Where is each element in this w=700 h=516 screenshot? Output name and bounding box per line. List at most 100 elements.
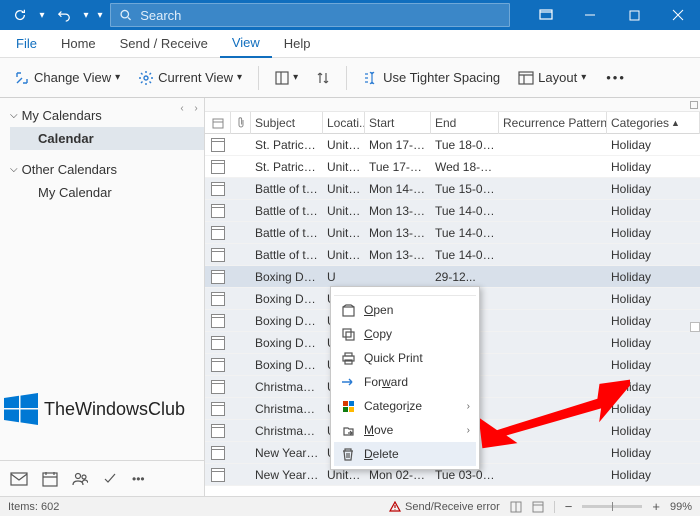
tighter-spacing-icon [363,70,379,86]
mail-icon[interactable] [10,471,28,487]
change-view-button[interactable]: Change View ▾ [8,66,126,90]
close-button[interactable] [656,0,700,30]
table-row[interactable]: Battle of the ... Unite... Mon 13-0... T… [205,222,700,244]
search-icon [119,8,132,22]
change-view-label: Change View [34,70,111,85]
ctx-delete[interactable]: Delete [334,442,476,466]
col-categories-header[interactable]: Categories▲ [607,112,700,134]
ctx-copy[interactable]: Copy [334,322,476,346]
change-view-icon [14,70,30,86]
nav-more-button[interactable]: ••• [132,472,145,486]
pane-collapse-icon[interactable] [690,101,698,109]
sidebar-right-icon[interactable]: › [190,102,202,114]
menu-file[interactable]: File [4,30,49,58]
sidebar-item-calendar[interactable]: Calendar [10,127,204,150]
calendar-item-icon [211,270,225,284]
col-location-header[interactable]: Locati... [323,112,365,134]
table-row[interactable]: Battle of the ... Unite... Mon 14-0... T… [205,178,700,200]
calendar-item-icon [211,182,225,196]
calendar-item-icon [211,424,225,438]
copy-icon [340,328,356,341]
zoom-out-icon[interactable]: − [565,499,573,514]
calendar-item-icon [211,402,225,416]
watermark: TheWindowsClub [4,392,185,426]
col-subject-header[interactable]: Subject [251,112,323,134]
ctx-categorize[interactable]: Categorize› [334,394,476,418]
context-menu: Open Copy Quick Print Forward Categorize… [330,286,480,470]
table-row[interactable]: Battle of the ... Unite... Mon 13-0... T… [205,244,700,266]
forward-icon [340,376,356,388]
windows-logo-icon [4,392,38,426]
maximize-button[interactable] [612,0,656,30]
people-icon[interactable] [72,471,88,487]
nav-bar: ••• [0,460,204,496]
zoom-level: 99% [670,501,692,513]
menu-view[interactable]: View [220,30,272,58]
undo-icon[interactable] [50,1,78,29]
sort-button[interactable] [310,67,336,89]
refresh-dropdown-icon[interactable]: ▾ [36,1,48,29]
search-input[interactable] [140,8,501,23]
calendar-item-icon [211,380,225,394]
reading-pane-toggle[interactable] [690,322,700,332]
ribbon-more-button[interactable]: ••• [598,70,634,85]
status-error-label: Send/Receive error [405,501,500,513]
menu-help[interactable]: Help [272,30,323,58]
calendar-item-icon [211,468,225,482]
sidebar-group-other-calendars[interactable]: ⌵Other Calendars [10,158,204,181]
calendar-item-icon [211,160,225,174]
status-error[interactable]: Send/Receive error [389,501,500,513]
ctx-forward[interactable]: Forward [334,370,476,394]
table-row[interactable]: St. Patrick's ... Unite... Mon 17-0... T… [205,134,700,156]
view-reading-icon[interactable] [532,501,544,513]
sidebar-group-my-calendars[interactable]: ⌵My Calendars [10,104,204,127]
tighter-spacing-button[interactable]: Use Tighter Spacing [357,66,506,90]
calendar-item-icon [211,336,225,350]
open-icon [340,304,356,317]
gear-icon [138,70,154,86]
ctx-quick-print-label: Quick Print [364,351,423,365]
calendar-item-icon [211,314,225,328]
title-bar: ▾ ▾ ▾ [0,0,700,30]
table-row[interactable]: Boxing Day B... U 29-12... Holiday [205,266,700,288]
col-icon-header[interactable] [205,112,231,134]
calendar-item-icon [211,446,225,460]
current-view-button[interactable]: Current View ▾ [132,66,248,90]
sidebar-group-label: My Calendars [22,108,102,123]
menu-home[interactable]: Home [49,30,108,58]
tighter-spacing-label: Use Tighter Spacing [383,70,500,85]
col-attachment-header[interactable] [231,112,251,134]
minimize-button[interactable] [568,0,612,30]
search-box[interactable] [110,3,510,27]
ribbon-mode-icon[interactable] [524,0,568,30]
warning-icon [389,501,401,513]
status-item-count: Items: 602 [8,501,59,513]
zoom-in-icon[interactable]: + [652,499,660,514]
sidebar-item-my-calendar[interactable]: My Calendar [10,181,204,204]
move-icon [340,424,356,437]
sidebar-left-icon[interactable]: ‹ [176,102,188,114]
layout-icon [518,70,534,86]
undo-dropdown-icon[interactable]: ▾ [80,1,92,29]
calendar-icon[interactable] [42,471,58,487]
todo-icon[interactable] [102,471,118,487]
qat-customize-icon[interactable]: ▾ [94,1,106,29]
table-row[interactable]: Battle of the ... Unite... Mon 13-0... T… [205,200,700,222]
refresh-icon[interactable] [6,1,34,29]
ctx-move[interactable]: Move› [334,418,476,442]
ctx-open[interactable]: Open [334,298,476,322]
col-end-header[interactable]: End [431,112,499,134]
ctx-quick-print[interactable]: Quick Print [334,346,476,370]
calendar-item-icon [211,204,225,218]
col-start-header[interactable]: Start [365,112,431,134]
categorize-icon [340,400,356,413]
view-normal-icon[interactable] [510,501,522,513]
layout-button[interactable]: Layout ▾ [512,66,592,90]
calendar-item-icon [211,226,225,240]
col-recurrence-header[interactable]: Recurrence Pattern [499,112,607,134]
calendar-item-icon [211,358,225,372]
menu-send-receive[interactable]: Send / Receive [108,30,220,58]
table-row[interactable]: St. Patrick's ... Unite... Tue 17-03... … [205,156,700,178]
column-button[interactable]: ▾ [269,67,304,89]
zoom-slider[interactable] [582,505,642,508]
